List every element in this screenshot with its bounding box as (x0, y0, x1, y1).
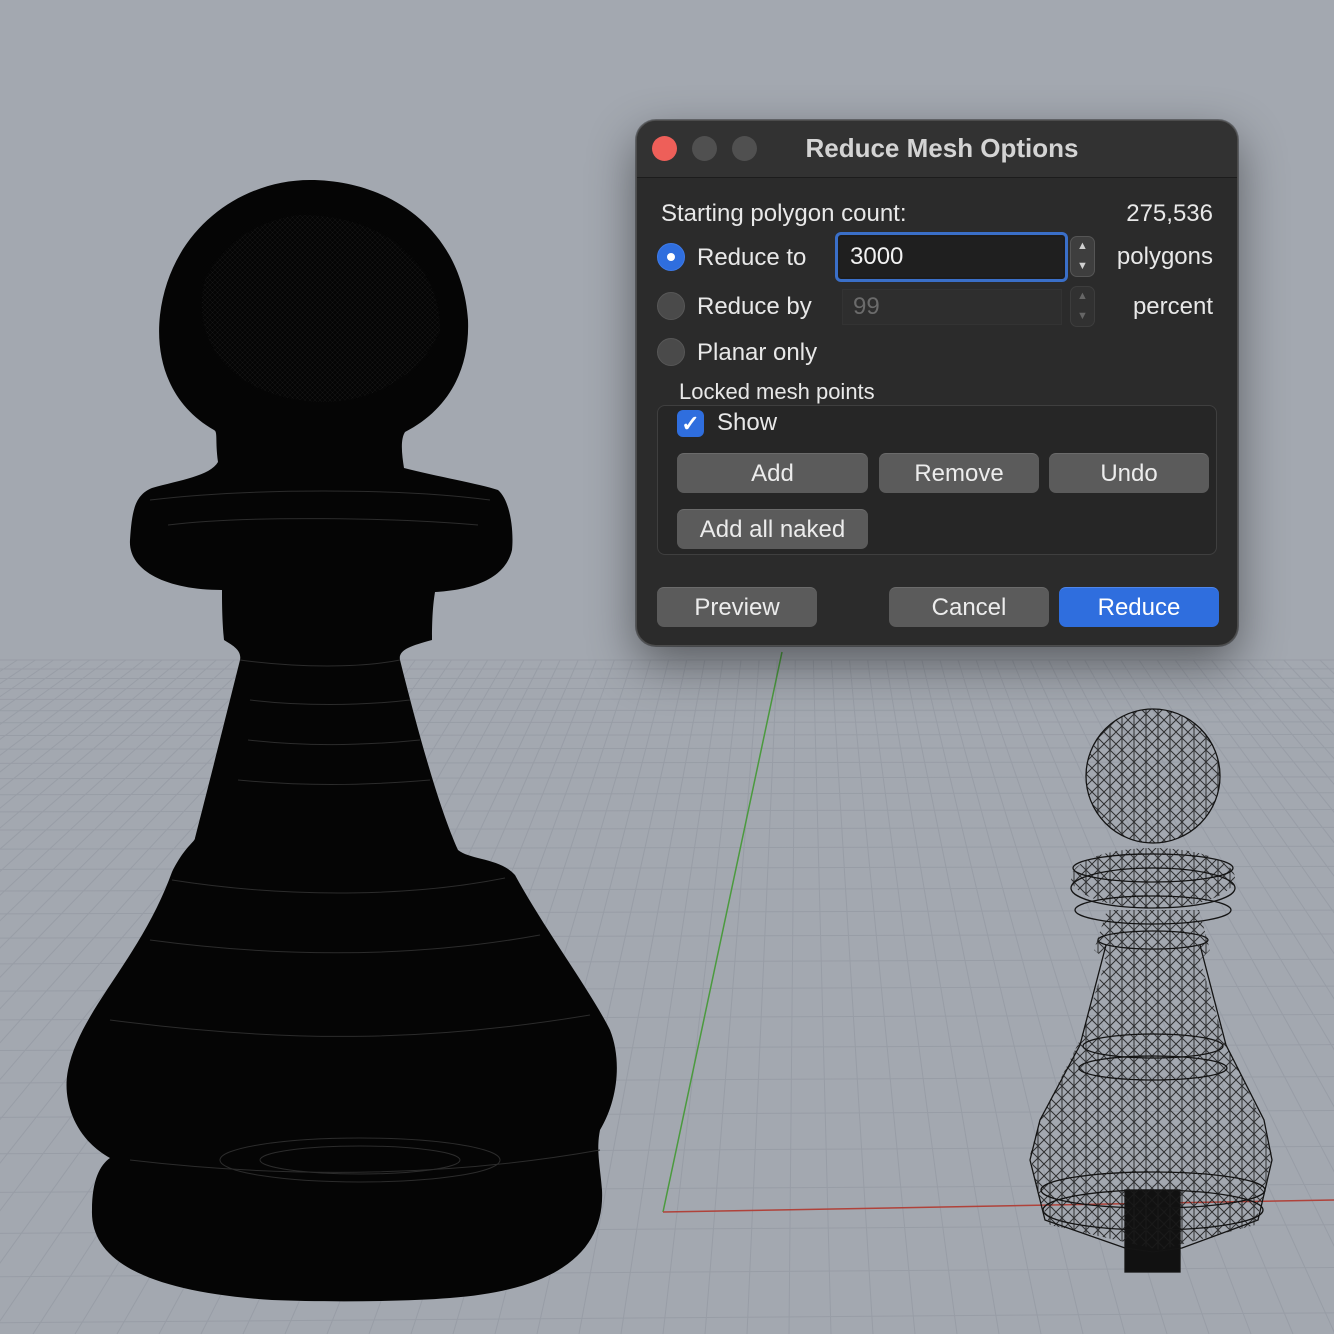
show-label[interactable]: Show (717, 409, 777, 437)
locked-mesh-points-label: Locked mesh points (679, 379, 875, 404)
add-all-naked-button[interactable]: Add all naked (677, 509, 868, 549)
chevron-down-icon[interactable]: ▼ (1071, 307, 1094, 327)
reduce-to-stepper[interactable]: ▲ ▼ (1070, 236, 1095, 277)
reduce-by-label[interactable]: Reduce by (697, 293, 812, 321)
reduce-by-input[interactable] (842, 289, 1062, 325)
planar-only-radio[interactable] (657, 338, 685, 366)
chevron-up-icon[interactable]: ▲ (1071, 287, 1094, 307)
reduce-by-radio[interactable] (657, 292, 685, 320)
percent-unit-label: percent (1132, 293, 1213, 320)
planar-only-label[interactable]: Planar only (697, 339, 817, 367)
reduce-to-input[interactable] (838, 235, 1065, 279)
show-checkbox[interactable]: ✓ (677, 410, 704, 437)
reduce-to-label[interactable]: Reduce to (697, 244, 806, 272)
add-button[interactable]: Add (677, 453, 868, 493)
starting-count-label: Starting polygon count: (661, 200, 907, 227)
chevron-down-icon[interactable]: ▼ (1071, 257, 1094, 277)
undo-button[interactable]: Undo (1049, 453, 1209, 493)
dialog-title: Reduce Mesh Options (805, 133, 1079, 163)
starting-count-value: 275,536 (1126, 200, 1213, 227)
reduce-button[interactable]: Reduce (1059, 587, 1219, 627)
dialog-titlebar[interactable]: Reduce Mesh Options (637, 121, 1237, 178)
chevron-up-icon[interactable]: ▲ (1071, 237, 1094, 257)
cancel-button[interactable]: Cancel (889, 587, 1049, 627)
preview-button[interactable]: Preview (657, 587, 817, 627)
reduce-by-stepper[interactable]: ▲ ▼ (1070, 286, 1095, 327)
reduce-to-radio[interactable] (657, 243, 685, 271)
remove-button[interactable]: Remove (879, 453, 1039, 493)
polygons-unit-label: polygons (1116, 243, 1213, 270)
reduce-mesh-dialog: Reduce Mesh Options Starting polygon cou… (636, 120, 1238, 646)
checkmark-icon: ✓ (681, 411, 700, 436)
